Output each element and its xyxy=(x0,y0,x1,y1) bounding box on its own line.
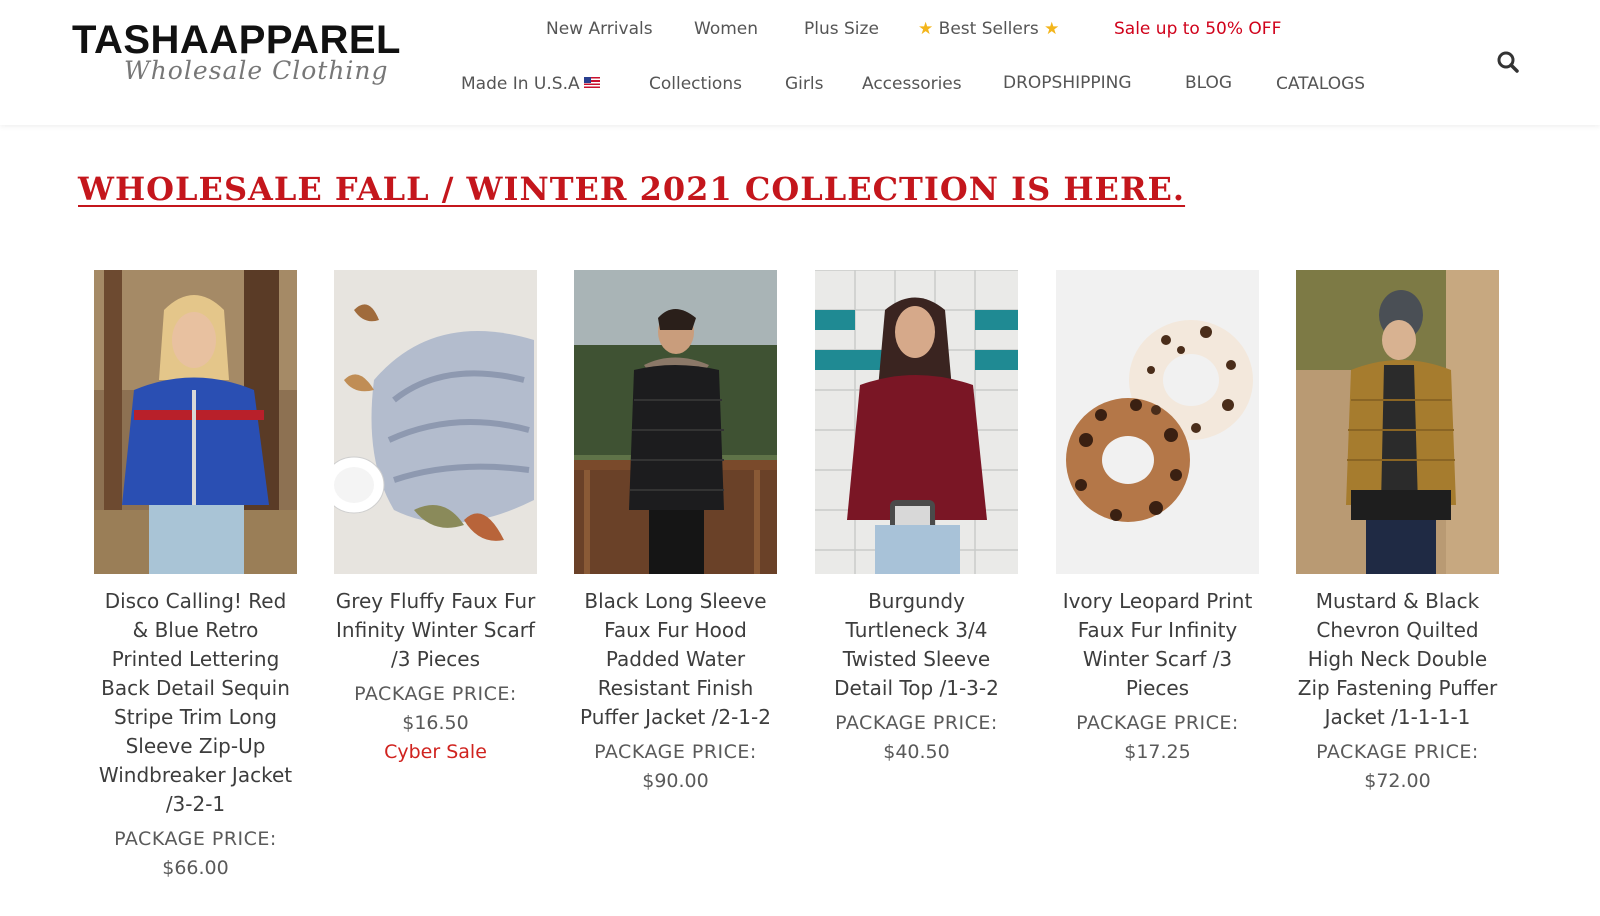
nav-made-in-usa-label: Made In U.S.A xyxy=(461,74,580,94)
product-name-link[interactable]: Black Long Sleeve Faux Fur Hood Padded W… xyxy=(574,587,777,732)
nav-plus-size[interactable]: Plus Size xyxy=(804,19,879,39)
nav-catalogs[interactable]: CATALOGS xyxy=(1276,74,1365,94)
search-icon[interactable] xyxy=(1496,50,1520,74)
product-image[interactable] xyxy=(94,270,297,574)
package-price-label: PACKAGE PRICE: xyxy=(354,683,517,705)
nav-women[interactable]: Women xyxy=(694,19,758,39)
product-price: $17.25 xyxy=(1124,741,1191,763)
product-name-link[interactable]: Burgundy Turtleneck 3/4 Twisted Sleeve D… xyxy=(815,587,1018,703)
product-name-link[interactable]: Ivory Leopard Print Faux Fur Infinity Wi… xyxy=(1056,587,1259,703)
star-icon: ★ xyxy=(1044,19,1060,39)
product-price: $72.00 xyxy=(1364,770,1431,792)
product-name-link[interactable]: Disco Calling! Red & Blue Retro Printed … xyxy=(94,587,297,819)
product-price: $90.00 xyxy=(642,770,709,792)
product-price: $66.00 xyxy=(162,857,229,879)
product-card: Mustard & Black Chevron Quilted High Nec… xyxy=(1296,270,1499,796)
nav-collections[interactable]: Collections xyxy=(649,74,742,94)
package-price-label: PACKAGE PRICE: xyxy=(1076,712,1239,734)
product-card: Grey Fluffy Faux Fur Infinity Winter Sca… xyxy=(334,270,537,767)
product-card: Burgundy Turtleneck 3/4 Twisted Sleeve D… xyxy=(815,270,1018,767)
product-image[interactable] xyxy=(1296,270,1499,574)
package-price-label: PACKAGE PRICE: xyxy=(114,828,277,850)
nav-dropshipping[interactable]: DROPSHIPPING xyxy=(1003,73,1132,93)
package-price-label: PACKAGE PRICE: xyxy=(1316,741,1479,763)
product-card: Black Long Sleeve Faux Fur Hood Padded W… xyxy=(574,270,777,796)
nav-best-sellers[interactable]: ★ Best Sellers ★ xyxy=(918,19,1059,39)
site-header: TASHAAPPAREL Wholesale Clothing New Arri… xyxy=(0,0,1600,125)
nav-best-sellers-label: Best Sellers xyxy=(938,19,1039,39)
collection-headline-link[interactable]: Wholesale Fall / Winter 2021 Collection … xyxy=(78,170,1185,208)
brand-tagline: Wholesale Clothing xyxy=(124,56,389,85)
product-image[interactable] xyxy=(815,270,1018,574)
nav-made-in-usa[interactable]: Made In U.S.A xyxy=(461,74,600,94)
nav-sale[interactable]: Sale up to 50% OFF xyxy=(1114,19,1281,39)
product-card: Disco Calling! Red & Blue Retro Printed … xyxy=(94,270,297,883)
nav-accessories[interactable]: Accessories xyxy=(862,74,962,94)
package-price-label: PACKAGE PRICE: xyxy=(835,712,998,734)
star-icon: ★ xyxy=(918,19,934,39)
product-image[interactable] xyxy=(334,270,537,574)
product-image[interactable] xyxy=(1056,270,1259,574)
nav-blog[interactable]: BLOG xyxy=(1185,73,1232,93)
product-image[interactable] xyxy=(574,270,777,574)
product-price: $16.50 xyxy=(402,712,469,734)
us-flag-icon xyxy=(583,77,600,88)
nav-girls[interactable]: Girls xyxy=(785,74,823,94)
product-price: $40.50 xyxy=(883,741,950,763)
nav-new-arrivals[interactable]: New Arrivals xyxy=(546,19,653,39)
brand-logo[interactable]: TASHAAPPAREL Wholesale Clothing xyxy=(72,18,412,90)
product-name-link[interactable]: Grey Fluffy Faux Fur Infinity Winter Sca… xyxy=(334,587,537,674)
package-price-label: PACKAGE PRICE: xyxy=(594,741,757,763)
product-name-link[interactable]: Mustard & Black Chevron Quilted High Nec… xyxy=(1296,587,1499,732)
product-card: Ivory Leopard Print Faux Fur Infinity Wi… xyxy=(1056,270,1259,767)
cyber-sale-badge: Cyber Sale xyxy=(384,741,487,763)
